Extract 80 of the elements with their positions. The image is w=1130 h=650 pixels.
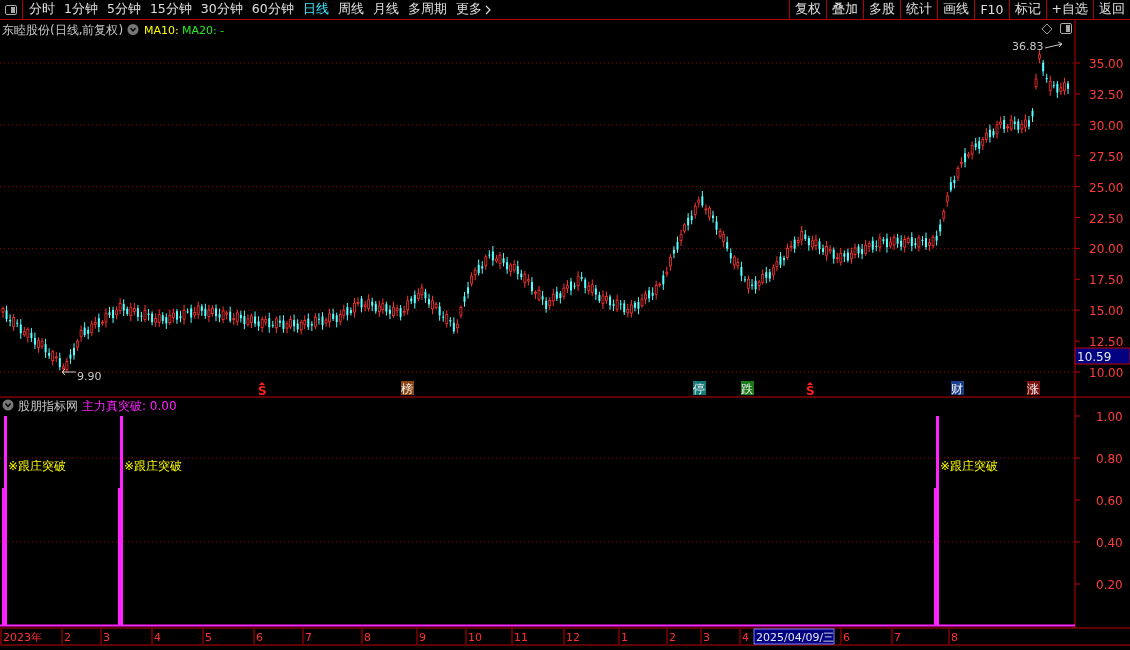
toolbar-button[interactable]: 复权: [789, 0, 827, 19]
panel-toggle-icon[interactable]: [5, 4, 17, 15]
date-axis-label: 12: [563, 628, 580, 645]
event-badge: 榜: [401, 381, 414, 396]
low-price-label: 9.90: [77, 370, 102, 383]
date-axis-label: 3: [100, 628, 110, 645]
event-badge: 停: [693, 381, 706, 396]
period-tab[interactable]: 多周期: [407, 1, 447, 18]
high-price-label: 36.83: [1012, 40, 1044, 53]
date-axis-label: 4: [739, 628, 749, 645]
ma10-label: MA10:: [144, 24, 179, 37]
period-tab[interactable]: 30分钟: [200, 1, 243, 18]
price-axis-label: 15.00: [1089, 304, 1124, 319]
date-axis-label: 9: [416, 628, 426, 645]
event-badge: 跌: [741, 381, 754, 396]
date-axis-label: 2: [666, 628, 676, 645]
price-axis-label: 30.00: [1089, 118, 1124, 133]
price-axis-label: 10.00: [1089, 366, 1124, 380]
date-axis-label: 2023年: [0, 628, 42, 645]
toolbar-button[interactable]: 画线: [937, 0, 975, 19]
price-axis-label: 17.50: [1089, 273, 1124, 288]
event-badge: 涨: [1027, 381, 1040, 396]
toolbar-button[interactable]: 叠加: [826, 0, 864, 19]
diamond-icon[interactable]: [1041, 23, 1053, 35]
toolbar-button[interactable]: 统计: [900, 0, 938, 19]
ma20-label: MA20: -: [182, 24, 225, 37]
date-axis-label: 3: [700, 628, 710, 645]
indicator-axis-label: 0.80: [1096, 452, 1123, 466]
signal-label: ※跟庄突破: [124, 459, 183, 473]
price-axis-label: 32.50: [1089, 87, 1124, 102]
date-axis-label: 7: [891, 628, 901, 645]
date-axis-label: 11: [511, 628, 528, 645]
panel-toggle-icon[interactable]: [1060, 23, 1072, 34]
indicator-axis-label: 1.00: [1096, 410, 1123, 424]
arrow-icon: [1044, 41, 1063, 49]
date-axis-label: 6: [840, 628, 850, 645]
dropdown-icon[interactable]: [127, 24, 139, 35]
chart-title: 东睦股份(日线,前复权): [2, 23, 124, 37]
indicator-axis-label: 0.60: [1096, 494, 1123, 508]
toolbar-button[interactable]: 标记: [1008, 0, 1046, 19]
toolbar-button[interactable]: 返回: [1093, 0, 1130, 19]
period-tab[interactable]: 日线: [302, 1, 329, 18]
date-axis-label: 8: [361, 628, 371, 645]
price-axis-label: 20.00: [1089, 242, 1124, 257]
period-tab[interactable]: 1分钟: [64, 1, 98, 18]
price-axis-label: 25.00: [1089, 180, 1124, 195]
arrow-icon: [61, 368, 77, 376]
last-price-label: 10.59: [1077, 350, 1112, 364]
chevron-right-icon: [484, 4, 491, 15]
date-axis-label: 7: [302, 628, 312, 645]
event-badge: 财: [951, 381, 964, 396]
period-tab[interactable]: 分时: [29, 1, 55, 18]
date-axis-label: 5: [202, 628, 212, 645]
period-tab[interactable]: 60分钟: [251, 1, 294, 18]
collapse-icon[interactable]: [2, 399, 14, 411]
period-tab[interactable]: 15分钟: [149, 1, 192, 18]
period-tab[interactable]: 更多: [455, 1, 491, 18]
price-axis-label: 12.50: [1089, 335, 1124, 350]
indicator-value: 主力真突破: 0.00: [82, 399, 177, 413]
date-axis-label: 10: [465, 628, 482, 645]
toolbar-button[interactable]: +自选: [1045, 0, 1093, 19]
date-axis-label: 2: [61, 628, 71, 645]
indicator-source: 股朋指标网: [18, 399, 78, 413]
period-tab[interactable]: 月线: [372, 1, 399, 18]
toolbar-button[interactable]: 多股: [863, 0, 901, 19]
price-axis-label: 27.50: [1089, 149, 1124, 164]
date-axis-label: 8: [948, 628, 958, 645]
price-axis-label: 22.50: [1089, 211, 1124, 226]
date-axis-label: 6: [253, 628, 263, 645]
indicator-axis-label: 0.20: [1096, 578, 1123, 592]
period-tab[interactable]: 5分钟: [106, 1, 141, 18]
price-axis-label: 35.00: [1089, 57, 1124, 71]
date-cursor-label: 2025/04/09/三: [753, 628, 835, 645]
signal-label: ※跟庄突破: [940, 459, 999, 473]
toolbar-button[interactable]: F10: [974, 0, 1009, 19]
period-tab[interactable]: 周线: [337, 1, 364, 18]
date-axis-label: 1: [618, 628, 628, 645]
indicator-axis-label: 0.40: [1096, 536, 1123, 550]
date-axis-label: 4: [151, 628, 161, 645]
signal-label: ※跟庄突破: [8, 459, 67, 473]
